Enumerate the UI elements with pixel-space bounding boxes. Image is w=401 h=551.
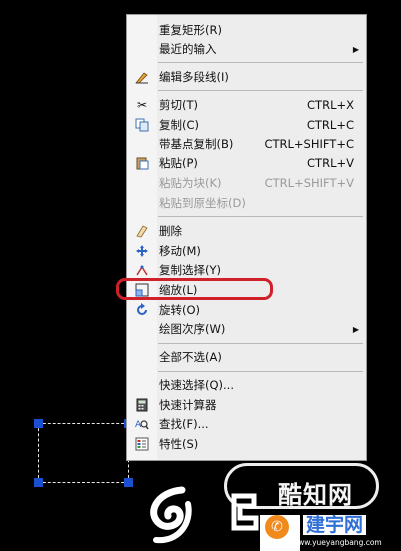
menu-item-label: 编辑多段线(I)	[159, 70, 229, 84]
separator	[158, 216, 363, 217]
selected-rectangle[interactable]	[38, 423, 129, 483]
menu-item-quick-select[interactable]: 快速选择(Q)...	[127, 375, 366, 395]
watermark-site-url: www.yueyangbang.com	[292, 538, 382, 547]
context-menu: 重复矩形(R) 最近的输入 ▶ 编辑多段线(I) ✂ 剪切(T) CTRL+X …	[126, 14, 367, 461]
swirl-logo-icon	[150, 486, 192, 544]
menu-item-label: 绘图次序(W)	[159, 322, 226, 336]
menu-item-label: 移动(M)	[159, 244, 201, 258]
menu-item-shortcut: CTRL+V	[307, 156, 354, 170]
menu-item-shortcut: CTRL+SHIFT+V	[264, 176, 354, 190]
separator	[158, 371, 363, 372]
menu-item-paste[interactable]: 粘贴(P) CTRL+V	[127, 153, 366, 173]
separator	[158, 90, 363, 91]
menu-item-shortcut: CTRL+SHIFT+C	[264, 137, 354, 151]
menu-item-label: 带基点复制(B)	[159, 137, 234, 151]
menu-item-rotate[interactable]: 旋转(O)	[127, 300, 366, 320]
submenu-arrow-icon: ▶	[352, 324, 359, 334]
separator	[158, 343, 363, 344]
menu-item-label: 特性(S)	[159, 437, 199, 451]
scissors-icon: ✂	[136, 98, 148, 112]
menu-item-quick-calculator[interactable]: 快速计算器	[127, 395, 366, 415]
menu-item-shortcut: CTRL+X	[307, 98, 354, 112]
watermark-badge-text: 酷知网	[278, 481, 353, 509]
menu-item-shortcut: CTRL+C	[306, 118, 354, 132]
menu-item-deselect-all[interactable]: 全部不选(A)	[127, 347, 366, 367]
menu-item-copy[interactable]: 复制(C) CTRL+C	[127, 115, 366, 135]
find-icon: A	[135, 417, 149, 431]
separator	[158, 62, 363, 63]
menu-item-label: 复制(C)	[159, 118, 200, 132]
menu-item-label: 删除	[159, 224, 182, 238]
menu-item-draw-order[interactable]: 绘图次序(W) ▶	[127, 319, 366, 339]
grip-bottom-left[interactable]	[34, 478, 43, 487]
menu-item-properties[interactable]: 特性(S)	[127, 434, 366, 454]
grip-top-left[interactable]	[34, 419, 43, 428]
menu-item-repeat-rectangle[interactable]: 重复矩形(R)	[127, 20, 366, 40]
menu-item-label: 快速选择(Q)...	[159, 378, 234, 392]
menu-item-copy-with-base-point[interactable]: 带基点复制(B) CTRL+SHIFT+C	[127, 134, 366, 154]
paste-icon	[135, 156, 149, 170]
properties-icon	[135, 437, 149, 451]
menu-item-edit-polyline[interactable]: 编辑多段线(I)	[127, 67, 366, 87]
menu-item-paste-as-block: 粘贴为块(K) CTRL+SHIFT+V	[127, 173, 366, 193]
menu-item-label: 全部不选(A)	[159, 350, 222, 364]
move-icon	[135, 244, 149, 258]
calculator-icon	[135, 398, 149, 412]
menu-item-cut[interactable]: ✂ 剪切(T) CTRL+X	[127, 95, 366, 115]
menu-item-move[interactable]: 移动(M)	[127, 241, 366, 261]
menu-item-copy-selection[interactable]: 复制选择(Y)	[127, 260, 366, 280]
copy-icon	[135, 118, 149, 132]
menu-item-label: 剪切(T)	[159, 98, 198, 112]
menu-item-label: 快速计算器	[159, 398, 217, 412]
watermark-glyph-icon	[231, 493, 259, 531]
menu-item-label: 粘贴到原坐标(D)	[159, 196, 246, 210]
highlight-annotation	[116, 278, 273, 300]
menu-item-label: 粘贴为块(K)	[159, 176, 222, 190]
submenu-arrow-icon: ▶	[352, 44, 359, 54]
menu-item-label: 重复矩形(R)	[159, 23, 222, 37]
menu-item-label: 粘贴(P)	[159, 156, 198, 170]
polyline-edit-icon	[135, 70, 149, 84]
menu-item-label: 复制选择(Y)	[159, 263, 221, 277]
menu-item-find[interactable]: A 查找(F)...	[127, 414, 366, 434]
eraser-icon	[135, 224, 149, 238]
watermark-site-name: 建宇网	[303, 515, 367, 535]
menu-item-delete[interactable]: 删除	[127, 221, 366, 241]
rotate-icon	[135, 303, 149, 317]
menu-item-label: 查找(F)...	[159, 417, 209, 431]
grip-bottom-right[interactable]	[124, 478, 133, 487]
menu-item-label: 最近的输入	[159, 42, 217, 56]
menu-item-label: 旋转(O)	[159, 303, 201, 317]
menu-item-paste-to-original-coords: 粘贴到原坐标(D)	[127, 193, 366, 213]
watermark-logo-icon: ✆	[265, 515, 289, 539]
copy-selection-icon	[135, 263, 149, 277]
menu-item-recent-input[interactable]: 最近的输入 ▶	[127, 39, 366, 59]
